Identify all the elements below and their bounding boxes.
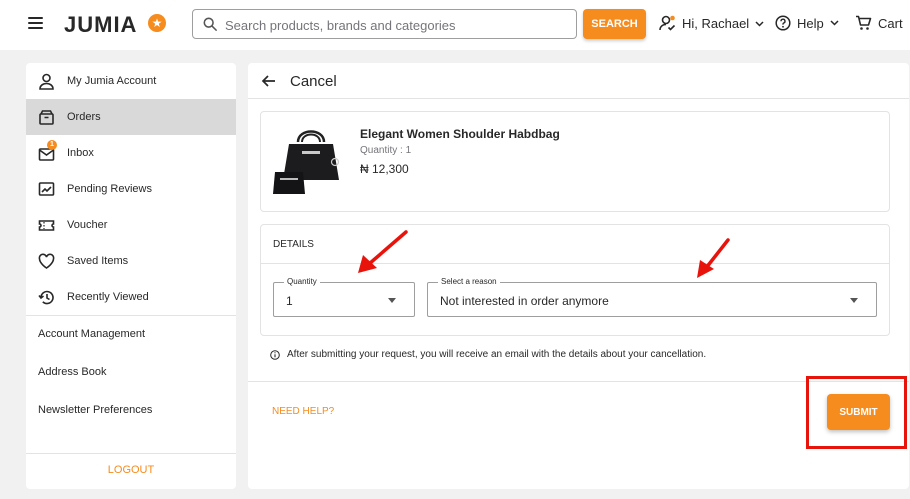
reason-field-label: Select a reason xyxy=(438,277,500,286)
product-price: ₦ 12,300 xyxy=(360,162,409,176)
info-text: After submitting your request, you will … xyxy=(287,349,707,360)
help-icon xyxy=(775,15,791,31)
reason-value: Not interested in order anymore xyxy=(440,294,609,308)
sidebar-item-label: Saved Items xyxy=(67,255,129,267)
sidebar-item-inbox[interactable]: 1 Inbox xyxy=(26,135,236,171)
product-name[interactable]: Elegant Women Shoulder Habdbag xyxy=(360,127,560,141)
cart-icon xyxy=(856,15,872,30)
cart-link[interactable]: Cart xyxy=(855,15,903,31)
top-header: JUMIA ★ SEARCH Hi, Rachael Help xyxy=(0,0,910,50)
orders-icon xyxy=(39,110,54,125)
sidebar-item-label: Recently Viewed xyxy=(67,291,149,303)
dropdown-caret-icon xyxy=(388,298,396,303)
sidebar-item-saved-items[interactable]: Saved Items xyxy=(26,243,236,279)
menu-icon[interactable] xyxy=(28,17,43,29)
quantity-field-label: Quantity xyxy=(284,277,320,286)
account-label: Hi, Rachael xyxy=(682,16,750,31)
annotation-arrow-quantity xyxy=(358,230,408,273)
reviews-icon xyxy=(38,182,55,196)
info-message: After submitting your request, you will … xyxy=(270,349,706,360)
panel-header: Cancel xyxy=(248,63,909,99)
heart-icon xyxy=(38,253,55,269)
sidebar-item-label: Inbox xyxy=(67,147,94,159)
history-icon xyxy=(38,290,54,305)
sidebar-item-pending-reviews[interactable]: Pending Reviews xyxy=(26,171,236,207)
sidebar-item-orders[interactable]: Orders xyxy=(26,99,236,135)
quantity-select[interactable]: Quantity 1 xyxy=(273,277,415,317)
sidebar-item-label: Pending Reviews xyxy=(67,183,152,195)
dropdown-caret-icon xyxy=(850,298,858,303)
handbag-product-image[interactable] xyxy=(271,124,351,198)
voucher-icon xyxy=(38,220,55,231)
chevron-down-icon xyxy=(830,20,839,26)
search-button[interactable]: SEARCH xyxy=(583,9,646,39)
info-icon xyxy=(270,349,280,360)
page-title: Cancel xyxy=(290,73,337,90)
need-help-link[interactable]: NEED HELP? xyxy=(272,406,334,417)
sidebar-item-voucher[interactable]: Voucher xyxy=(26,207,236,243)
logo-star-icon: ★ xyxy=(148,14,166,32)
help-menu[interactable]: Help xyxy=(775,15,845,31)
search-input[interactable] xyxy=(225,15,565,35)
inbox-badge: 1 xyxy=(47,140,57,150)
account-menu[interactable]: Hi, Rachael xyxy=(659,15,770,32)
account-sidebar: My Jumia Account Orders 1 Inbox Pending … xyxy=(26,63,236,489)
user-icon xyxy=(39,73,54,90)
sidebar-item-my-account[interactable]: My Jumia Account xyxy=(26,63,236,99)
account-check-icon xyxy=(659,15,676,31)
quantity-value: 1 xyxy=(286,294,293,308)
help-label: Help xyxy=(797,15,824,31)
jumia-logo[interactable]: JUMIA xyxy=(64,12,137,38)
annotation-highlight-submit xyxy=(806,376,907,449)
sidebar-divider xyxy=(26,315,236,316)
sidebar-item-label: Orders xyxy=(67,111,101,123)
sidebar-item-label: Voucher xyxy=(67,219,108,231)
sidebar-divider xyxy=(26,453,236,454)
back-arrow-icon[interactable] xyxy=(261,73,277,89)
reason-select[interactable]: Select a reason Not interested in order … xyxy=(427,277,877,317)
sidebar-item-label: My Jumia Account xyxy=(67,75,157,87)
details-title: DETAILS xyxy=(273,239,314,250)
sidebar-item-recently-viewed[interactable]: Recently Viewed xyxy=(26,279,236,315)
sidebar-link-address-book[interactable]: Address Book xyxy=(38,366,106,378)
search-icon xyxy=(203,17,217,31)
sidebar-link-newsletter[interactable]: Newsletter Preferences xyxy=(38,404,152,416)
search-box xyxy=(192,9,577,39)
logout-button[interactable]: LOGOUT xyxy=(26,464,236,476)
product-quantity: Quantity : 1 xyxy=(360,145,412,156)
cart-label: Cart xyxy=(878,15,903,31)
product-card: Elegant Women Shoulder Habdbag Quantity … xyxy=(260,111,890,212)
sidebar-link-account-management[interactable]: Account Management xyxy=(38,328,145,340)
chevron-down-icon xyxy=(755,20,764,27)
annotation-arrow-reason xyxy=(697,238,730,278)
